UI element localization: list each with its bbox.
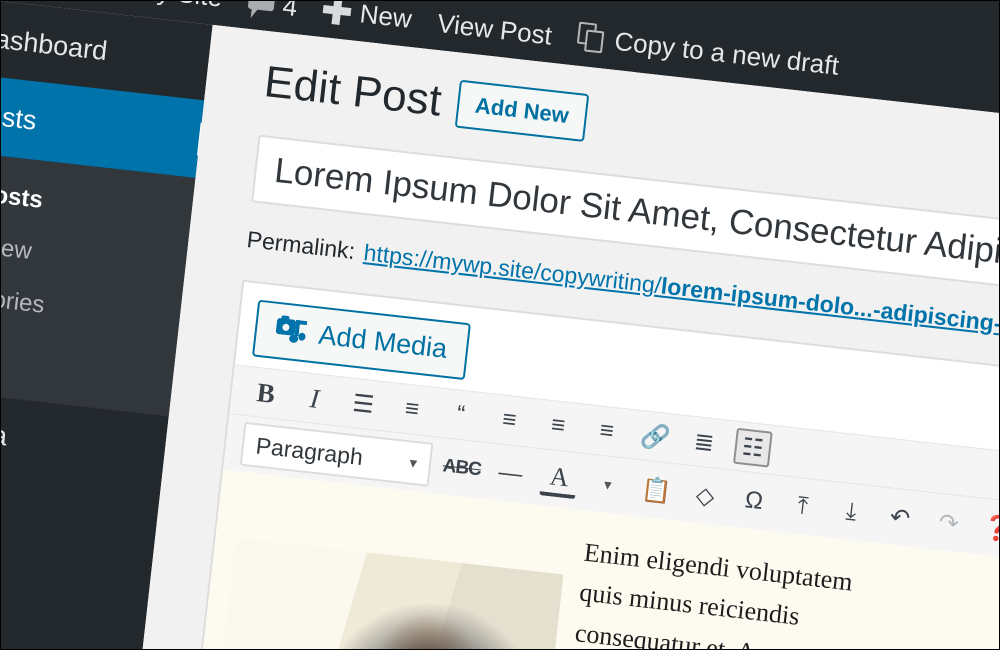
site-name-menu[interactable]: My Site bbox=[96, 0, 224, 13]
posts-submenu: All Posts Add New Categories Tags bbox=[1, 143, 196, 417]
undo-button[interactable]: ↶ bbox=[880, 498, 920, 538]
wordpress-admin-screenshot: W My Site 4 New bbox=[0, 0, 1000, 650]
indent-button[interactable]: ⤓ bbox=[831, 492, 871, 532]
view-post-label: View Post bbox=[435, 7, 554, 51]
blockquote-button[interactable]: “ bbox=[441, 395, 481, 435]
numbered-list-button[interactable]: ≡ bbox=[392, 390, 432, 430]
special-character-button[interactable]: Ω bbox=[734, 481, 774, 521]
content-panel: Edit Post Add New Lorem Ipsum Dolor Sit … bbox=[127, 24, 999, 649]
editor-paragraph: Enim eligendi voluptatem quis minus reic… bbox=[558, 533, 867, 649]
outdent-button[interactable]: ⤒ bbox=[783, 487, 823, 527]
align-right-button[interactable]: ≡ bbox=[587, 411, 627, 451]
sidebar-item-label-dashboard: Dashboard bbox=[0, 21, 109, 66]
strikethrough-button[interactable]: ABC bbox=[442, 448, 482, 488]
house-icon bbox=[96, 0, 129, 1]
comments-count: 4 bbox=[281, 0, 299, 23]
text-color-caret-icon[interactable]: ▾ bbox=[588, 465, 628, 505]
new-label: New bbox=[358, 0, 414, 34]
add-new-button[interactable]: Add New bbox=[454, 79, 590, 142]
bold-button[interactable]: B bbox=[246, 373, 286, 413]
plus-icon bbox=[322, 1, 353, 26]
sidebar-item-label-posts: Posts bbox=[0, 97, 39, 136]
bulleted-list-button[interactable]: ☰ bbox=[343, 384, 383, 424]
sidebar-item-label-media: Media bbox=[0, 412, 9, 451]
new-content-menu[interactable]: New bbox=[322, 0, 414, 34]
clear-formatting-button[interactable]: ◇ bbox=[685, 476, 725, 516]
man-at-desk-photo[interactable] bbox=[212, 537, 564, 649]
permalink-base-link[interactable]: https://mywp.site/copywriting/ bbox=[362, 239, 663, 299]
add-media-icon bbox=[274, 315, 308, 348]
help-button[interactable]: ❓ bbox=[978, 509, 999, 549]
comments-menu[interactable]: 4 bbox=[247, 0, 299, 23]
add-media-label: Add Media bbox=[317, 319, 449, 364]
text-color-button[interactable]: A bbox=[539, 459, 580, 500]
view-post-link[interactable]: View Post bbox=[435, 7, 554, 51]
paragraph-format-value: Paragraph bbox=[254, 431, 365, 470]
redo-button[interactable]: ↷ bbox=[929, 503, 969, 543]
permalink-label: Permalink: bbox=[245, 225, 357, 264]
chevron-down-icon: ▾ bbox=[408, 454, 418, 473]
align-center-button[interactable]: ≡ bbox=[538, 406, 578, 446]
paste-as-text-button[interactable]: 📋 bbox=[637, 470, 677, 510]
post-editor: Visual Add Media B bbox=[190, 279, 999, 649]
italic-button[interactable]: I bbox=[295, 379, 335, 419]
insert-link-icon[interactable]: 🔗 bbox=[636, 417, 676, 457]
align-left-button[interactable]: ≡ bbox=[490, 400, 530, 440]
permalink-slug-link[interactable]: lorem-ipsum-dolo...-adipiscing-elit/ bbox=[660, 272, 999, 341]
page-title: Edit Post bbox=[261, 57, 445, 126]
copy-pages-icon bbox=[576, 21, 607, 55]
site-name-label: My Site bbox=[135, 1, 224, 13]
tilted-screen-content: W My Site 4 New bbox=[0, 0, 999, 649]
comment-bubble-icon bbox=[247, 1, 276, 19]
copy-to-new-draft-label: Copy to a new draft bbox=[613, 25, 841, 81]
read-more-button[interactable]: ≣ bbox=[684, 422, 724, 462]
toggle-toolbar-button[interactable]: ☷ bbox=[732, 427, 773, 468]
add-media-button[interactable]: Add Media bbox=[251, 299, 472, 381]
horizontal-rule-button[interactable]: — bbox=[491, 454, 531, 494]
